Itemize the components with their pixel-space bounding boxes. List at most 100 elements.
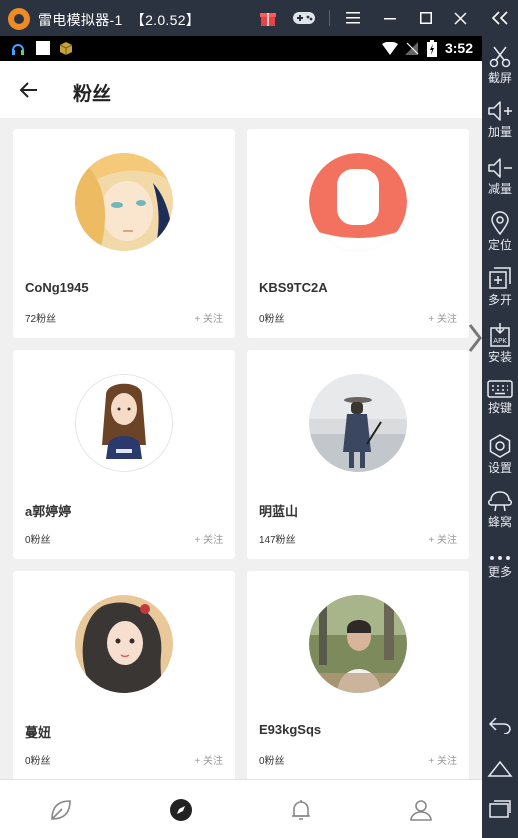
follower-name[interactable]: 明蓝山 <box>259 501 298 520</box>
follower-card[interactable]: CoNg1945 72粉丝 + 关注 <box>13 129 235 338</box>
plus-icon: + <box>194 535 203 546</box>
back-arrow-icon[interactable] <box>18 79 40 101</box>
follower-name[interactable]: E93kgSqs <box>259 722 321 737</box>
gift-icon[interactable] <box>258 8 278 28</box>
follow-button[interactable]: + 关注 <box>194 310 223 325</box>
follow-label: 关注 <box>203 535 223 546</box>
avatar[interactable] <box>309 153 407 251</box>
back-icon <box>488 717 511 734</box>
toolbar-keymap-button[interactable]: 按键 <box>482 380 518 416</box>
emulator-version: 【2.0.52】 <box>130 12 201 28</box>
app-screen: 粉丝 CoNg1945 72粉丝 + 关注 KBS9TC2A 0粉丝 + 关注 … <box>0 61 482 838</box>
page-header: 粉丝 <box>0 61 482 118</box>
hive-icon <box>488 491 512 512</box>
location-icon <box>491 211 509 235</box>
keyboard-icon <box>487 380 513 398</box>
follower-count: 72粉丝 <box>25 314 57 325</box>
follower-card[interactable]: 蔓妞 0粉丝 + 关注 <box>13 571 235 780</box>
follower-name[interactable]: KBS9TC2A <box>259 280 328 295</box>
follower-card[interactable]: 明蓝山 147粉丝 + 关注 <box>247 350 469 559</box>
toolbar-hive-button[interactable]: 蜂窝 <box>482 490 518 530</box>
avatar[interactable] <box>309 595 407 693</box>
emulator-titlebar: 雷电模拟器-1 【2.0.52】 <box>0 0 518 36</box>
follower-count: 0粉丝 <box>259 756 285 767</box>
titlebar-separator <box>329 10 330 26</box>
toolbar-label: 加量 <box>487 125 512 139</box>
follow-button[interactable]: + 关注 <box>194 531 223 546</box>
toolbar-volume-up-button[interactable]: 加量 <box>482 100 518 140</box>
signal-off-icon <box>405 42 419 55</box>
close-icon[interactable] <box>451 8 469 28</box>
status-time: 3:52 <box>444 40 473 56</box>
maximize-icon[interactable] <box>417 8 435 28</box>
follower-count: 147粉丝 <box>259 535 296 546</box>
toolbar-label: 减量 <box>487 182 512 196</box>
multi-instance-icon <box>489 267 511 289</box>
emulator-title: 雷电模拟器-1 【2.0.52】 <box>38 10 200 30</box>
follower-name[interactable]: CoNg1945 <box>25 280 89 295</box>
gamepad-icon[interactable] <box>291 8 317 28</box>
android-home-button[interactable] <box>482 759 518 777</box>
notification-square-icon <box>36 41 50 55</box>
page-title: 粉丝 <box>73 84 112 105</box>
toolbar-multi-instance-button[interactable]: 多开 <box>482 266 518 308</box>
android-recents-button[interactable] <box>482 798 518 818</box>
toolbar-volume-down-button[interactable]: 减量 <box>482 157 518 197</box>
scissors-icon <box>489 46 511 68</box>
toolbar-label: 设置 <box>487 461 512 475</box>
menu-icon[interactable] <box>343 8 363 28</box>
follower-card[interactable]: a郭婷婷 0粉丝 + 关注 <box>13 350 235 559</box>
compass-icon[interactable] <box>168 797 194 823</box>
more-dots-icon <box>490 556 510 560</box>
follow-button[interactable]: + 关注 <box>428 531 457 546</box>
toolbar-label: 截屏 <box>487 71 512 85</box>
follower-name[interactable]: a郭婷婷 <box>25 501 71 520</box>
follow-button[interactable]: + 关注 <box>428 310 457 325</box>
follower-count: 0粉丝 <box>25 535 51 546</box>
follow-label: 关注 <box>437 314 457 325</box>
plus-icon: + <box>194 756 203 767</box>
collapse-sidebar-icon[interactable] <box>488 8 512 28</box>
avatar[interactable] <box>309 374 407 472</box>
apk-install-icon: APK <box>490 323 510 347</box>
gear-icon <box>489 434 511 458</box>
follow-label: 关注 <box>203 756 223 767</box>
follower-card[interactable]: KBS9TC2A 0粉丝 + 关注 <box>247 129 469 338</box>
toolbar-settings-button[interactable]: 设置 <box>482 434 518 476</box>
follower-card[interactable]: E93kgSqs 0粉丝 + 关注 <box>247 571 469 780</box>
follow-button[interactable]: + 关注 <box>194 752 223 767</box>
side-handle-chevron-icon[interactable] <box>468 323 482 353</box>
battery-charging-icon <box>427 40 437 57</box>
minimize-icon[interactable] <box>380 8 400 28</box>
volume-down-icon <box>488 158 512 178</box>
package-notification-icon <box>59 42 73 55</box>
wifi-icon <box>382 42 398 55</box>
avatar[interactable] <box>75 595 173 693</box>
toolbar-more-button[interactable]: 更多 <box>482 554 518 580</box>
avatar[interactable] <box>75 153 173 251</box>
bottom-navigation <box>0 779 482 838</box>
follow-button[interactable]: + 关注 <box>428 752 457 767</box>
emulator-toolbar: 截屏 加量 减量 定位 多开 APK 安装 按键 设置 蜂窝 更多 <box>482 36 518 838</box>
avatar[interactable] <box>75 374 173 472</box>
headset-notification-icon <box>12 44 24 55</box>
follow-label: 关注 <box>437 756 457 767</box>
toolbar-screenshot-button[interactable]: 截屏 <box>482 46 518 86</box>
toolbar-location-button[interactable]: 定位 <box>482 211 518 253</box>
recents-icon <box>489 800 511 818</box>
toolbar-label: 安装 <box>487 350 512 364</box>
follower-name[interactable]: 蔓妞 <box>25 722 51 741</box>
plus-icon: + <box>428 535 437 546</box>
toolbar-label: 蜂窝 <box>487 515 512 529</box>
android-back-button[interactable] <box>482 716 518 734</box>
emulator-logo-icon <box>8 8 30 30</box>
bell-icon[interactable] <box>288 797 314 823</box>
toolbar-apk-install-button[interactable]: APK 安装 <box>482 323 518 365</box>
follower-count: 0粉丝 <box>259 314 285 325</box>
svg-text:APK: APK <box>493 337 507 345</box>
plus-icon: + <box>428 756 437 767</box>
plus-icon: + <box>428 314 437 325</box>
leaf-icon[interactable] <box>48 797 74 823</box>
profile-icon[interactable] <box>408 797 434 823</box>
toolbar-label: 更多 <box>487 565 512 579</box>
